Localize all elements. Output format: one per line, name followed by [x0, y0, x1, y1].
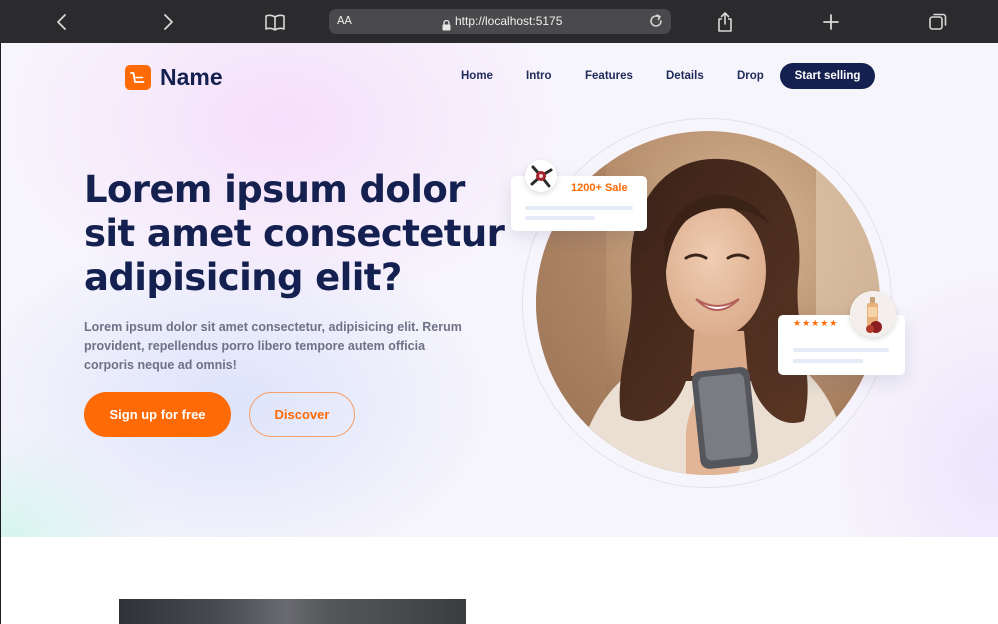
headline-line: sit amet consectetur	[84, 212, 505, 255]
media-preview	[119, 599, 466, 624]
nav-details[interactable]: Details	[666, 70, 704, 82]
book-icon[interactable]	[261, 8, 289, 36]
address-bar[interactable]: AA http://localhost:5175	[329, 9, 671, 34]
plus-icon[interactable]	[817, 8, 845, 36]
text-size-button[interactable]: AA	[337, 14, 352, 27]
placeholder-bar	[525, 216, 595, 220]
subtext-line: provident, repellendus porro libero temp…	[84, 339, 426, 353]
hero-headline: Lorem ipsum dolor sit amet consectetur a…	[84, 168, 514, 300]
headline-line: adipisicing elit?	[84, 256, 402, 299]
product-thumbnail	[525, 160, 557, 192]
browser-toolbar: AA http://localhost:5175	[0, 0, 998, 43]
nav-intro[interactable]: Intro	[526, 70, 552, 82]
brand-name: Name	[160, 64, 223, 90]
brand-logo[interactable]: Name	[125, 64, 223, 91]
nav-home[interactable]: Home	[461, 70, 493, 82]
discover-button[interactable]: Discover	[249, 392, 355, 437]
placeholder-bar	[525, 206, 633, 210]
reload-icon[interactable]	[648, 13, 664, 33]
placeholder-bar	[793, 359, 863, 363]
tabs-icon[interactable]	[924, 8, 952, 36]
nav-features[interactable]: Features	[585, 70, 633, 82]
subtext-line: Lorem ipsum dolor sit amet consectetur, …	[84, 320, 462, 334]
forward-chevron-icon[interactable]	[154, 8, 182, 36]
back-chevron-icon[interactable]	[48, 8, 76, 36]
start-selling-button[interactable]: Start selling	[780, 63, 875, 89]
share-icon[interactable]	[711, 8, 739, 36]
hero-subtext: Lorem ipsum dolor sit amet consectetur, …	[84, 318, 504, 375]
shopping-bag-icon	[125, 65, 151, 90]
lock-icon	[442, 16, 451, 35]
sign-up-button[interactable]: Sign up for free	[84, 392, 231, 437]
subtext-line: corporis neque ad omnis!	[84, 358, 237, 372]
nav-drop[interactable]: Drop	[737, 70, 764, 82]
url-text: http://localhost:5175	[455, 14, 563, 28]
placeholder-bar	[793, 348, 889, 352]
headline-line: Lorem ipsum dolor	[84, 168, 465, 211]
perfume-thumbnail	[850, 291, 896, 337]
sale-label: 1200+ Sale	[571, 182, 628, 194]
star-rating-icon: ★★★★★	[793, 319, 839, 329]
